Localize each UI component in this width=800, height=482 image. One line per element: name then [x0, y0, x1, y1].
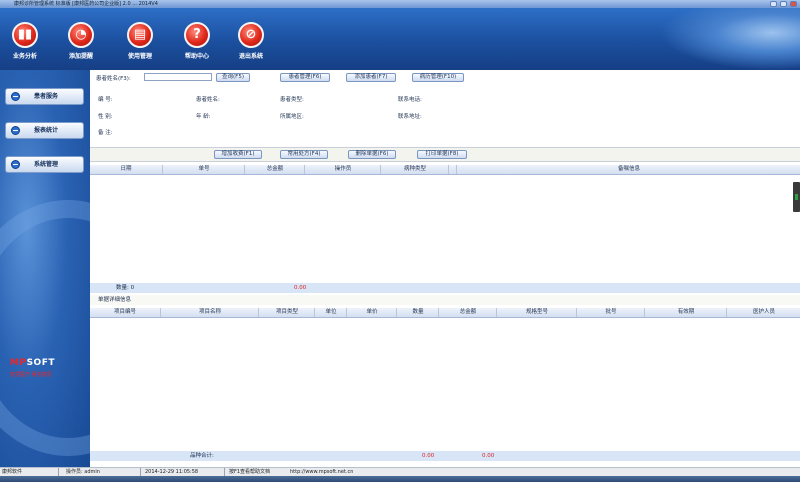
toolbar-add-reminder-button[interactable]: ◔ 添加提醒: [56, 22, 106, 60]
print-order-button[interactable]: 打印单据(F8): [417, 150, 467, 159]
sidebar-item-label: 系统管理: [34, 161, 59, 168]
order-total-value: 0.00: [294, 285, 307, 291]
column-header-notes[interactable]: 备嘱信息: [456, 165, 800, 174]
column-header-order-no[interactable]: 单号: [162, 165, 245, 174]
column-header-operator[interactable]: 操作员: [304, 165, 381, 174]
document-icon: ▤: [127, 22, 153, 48]
sidebar-decoration: [0, 200, 90, 456]
column-header-item-name[interactable]: 项目名称: [160, 308, 259, 317]
column-header-batch[interactable]: 批号: [576, 308, 645, 317]
address-label: 联系地址:: [398, 114, 422, 120]
sidebar-item-icon: [11, 160, 20, 169]
sidebar: 患者服务 报表统计 系统管理 MPSOFT 智慧医疗 服务基层: [0, 70, 90, 467]
detail-section-title: 单据详细信息: [90, 295, 800, 305]
toolbar-button-label: 添加提醒: [68, 53, 93, 60]
sidebar-item-icon: [11, 126, 20, 135]
order-summary-bar: 数量: 0 0.00: [90, 283, 800, 293]
detail-sum-label: 品种合计:: [190, 453, 214, 459]
column-header-unit[interactable]: 单位: [314, 308, 347, 317]
order-count: 数量: 0: [116, 285, 135, 291]
region-label: 所属地区:: [280, 114, 304, 120]
logo-brand-red: MP: [10, 358, 27, 368]
sidebar-item-report-statistics[interactable]: 报表统计: [5, 122, 84, 139]
toolbar-exit-button[interactable]: ⊘ 退出系统: [226, 22, 276, 60]
main-panel: 患者姓名(F3): 查询(F5) 患者管理(F6) 添加患者(F7) 病历管理(…: [90, 70, 800, 467]
column-header-disease-type[interactable]: 病种类型: [380, 165, 449, 174]
toolbar-button-label: 使用管理: [127, 53, 152, 60]
main-toolbar: ▮▮ 业务分析 ◔ 添加提醒 ▤ 使用管理 ? 帮助中心 ⊘ 退出系统: [0, 8, 800, 70]
column-header-total[interactable]: 总金额: [244, 165, 305, 174]
help-icon: ?: [184, 22, 210, 48]
order-table-body[interactable]: [90, 175, 800, 283]
sidebar-item-patient-service[interactable]: 患者服务: [5, 88, 84, 105]
detail-section-label: 单据详细信息: [98, 297, 132, 303]
patient-name-input[interactable]: [144, 73, 212, 81]
window-title: 康邦诊所管理系统 标准版 [康邦医药公司企业版] 2.0 ... 2014V4: [14, 1, 158, 7]
delete-order-button[interactable]: 删除单据(F6): [348, 150, 396, 159]
column-header-item-code[interactable]: 项目编号: [90, 308, 160, 317]
column-header-unit-price[interactable]: 单价: [346, 308, 397, 317]
sidebar-item-label: 患者服务: [34, 93, 59, 100]
sidebar-item-system-management[interactable]: 系统管理: [5, 156, 84, 173]
history-manage-button[interactable]: 病历管理(F10): [412, 73, 464, 82]
logo-brand-white: SOFT: [26, 358, 55, 368]
window-title-bar: 康邦诊所管理系统 标准版 [康邦医药公司企业版] 2.0 ... 2014V4: [0, 0, 800, 8]
sidebar-item-label: 报表统计: [34, 127, 59, 134]
column-header-date[interactable]: 日期: [90, 165, 162, 174]
phone-label: 联系电话:: [398, 97, 422, 103]
column-header-expiry[interactable]: 有效期: [644, 308, 727, 317]
detail-table-header: 项目编号 项目名称 项目类型 单位 单价 数量 总金额 规格型号 批号 有效期 …: [90, 308, 800, 318]
common-prescription-button[interactable]: 常用处方(F4): [280, 150, 328, 159]
toolbar-help-center-button[interactable]: ? 帮助中心: [172, 22, 222, 60]
detail-sum-value-2: 0.00: [482, 453, 495, 459]
column-header-amount[interactable]: 总金额: [438, 308, 497, 317]
add-patient-button[interactable]: 添加患者(F7): [346, 73, 396, 82]
toolbar-button-label: 退出系统: [238, 53, 263, 60]
gender-label: 性 别:: [98, 114, 113, 120]
minimize-icon[interactable]: [770, 1, 777, 7]
scrollbar-handle[interactable]: [793, 182, 800, 212]
patient-id-label: 编 号:: [98, 97, 113, 103]
age-label: 年 龄:: [196, 114, 211, 120]
add-fee-button[interactable]: 增加收费(F1): [214, 150, 262, 159]
os-taskbar: [0, 476, 800, 482]
patient-name-label: 患者姓名(F3):: [96, 76, 131, 82]
toolbar-button-label: 帮助中心: [184, 53, 209, 60]
power-icon: ⊘: [238, 22, 264, 48]
order-action-bar: 增加收费(F1) 常用处方(F4) 删除单据(F6) 打印单据(F8): [90, 147, 800, 162]
maximize-icon[interactable]: [780, 1, 787, 7]
detail-summary-bar: 品种合计: 0.00 0.00: [90, 451, 800, 461]
patient-search-panel: 患者姓名(F3): 查询(F5) 患者管理(F6) 添加患者(F7) 病历管理(…: [90, 70, 800, 140]
column-header-item-type[interactable]: 项目类型: [258, 308, 315, 317]
column-header-staff[interactable]: 医护人员: [726, 308, 800, 317]
query-button[interactable]: 查询(F5): [216, 73, 250, 82]
header-decoration: [660, 8, 800, 70]
column-header-quantity[interactable]: 数量: [396, 308, 439, 317]
logo-slogan: 智慧医疗 服务基层: [10, 372, 52, 378]
column-header-spec[interactable]: 规格型号: [496, 308, 577, 317]
clock-icon: ◔: [68, 22, 94, 48]
close-icon[interactable]: [790, 1, 797, 7]
patient-type-label: 患者类型:: [280, 97, 304, 103]
toolbar-button-label: 业务分析: [12, 53, 37, 60]
detail-table-body[interactable]: [90, 318, 800, 450]
toolbar-usage-management-button[interactable]: ▤ 使用管理: [115, 22, 165, 60]
order-table-header: 日期 单号 总金额 操作员 病种类型 备嘱信息: [90, 165, 800, 175]
detail-sum-value-1: 0.00: [422, 453, 435, 459]
bar-chart-icon: ▮▮: [12, 22, 38, 48]
remark-label: 备 注:: [98, 130, 113, 136]
brand-logo: MPSOFT 智慧医疗 服务基层: [10, 358, 55, 378]
toolbar-business-analysis-button[interactable]: ▮▮ 业务分析: [0, 22, 50, 60]
sidebar-item-icon: [11, 92, 20, 101]
patient-fullname-label: 患者姓名:: [196, 97, 220, 103]
patient-manage-button[interactable]: 患者管理(F6): [280, 73, 330, 82]
